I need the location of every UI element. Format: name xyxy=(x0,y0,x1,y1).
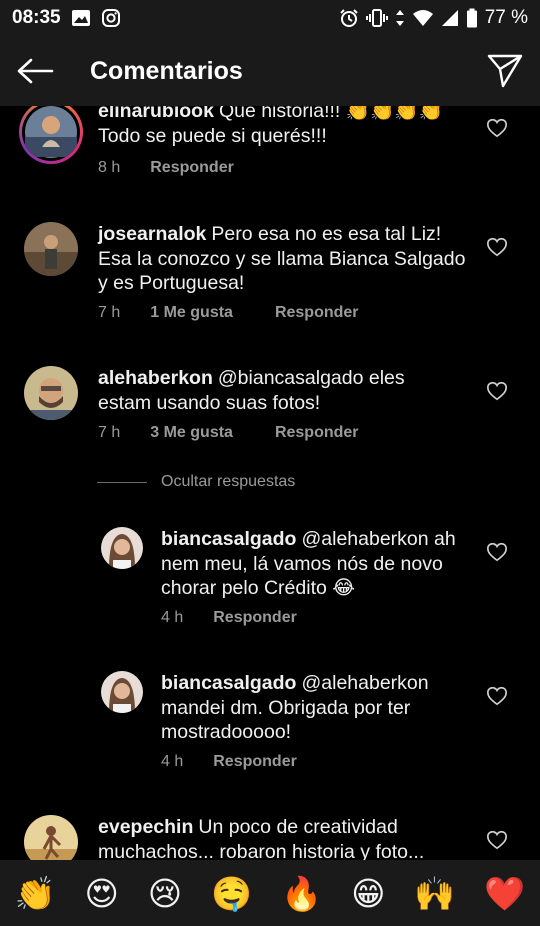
heart-eyes-emoji-button[interactable]: 😍 xyxy=(84,877,118,910)
drooling-face-emoji-button[interactable]: 🤤 xyxy=(211,877,252,910)
arrow-left-icon xyxy=(17,58,54,84)
crying-face-emoji-button[interactable]: 😢 xyxy=(148,877,182,910)
gallery-notification-icon xyxy=(71,9,91,27)
comment-username[interactable]: evepechin xyxy=(98,816,193,838)
comment-time: 4 h xyxy=(161,609,184,626)
heart-outline-icon[interactable] xyxy=(486,380,508,402)
back-button[interactable] xyxy=(0,36,70,106)
comment-time: 4 h xyxy=(161,753,184,770)
comment-body: biancasalgado @alehaberkon ah nem meu, lá… xyxy=(161,527,477,601)
header-bar: Comentarios xyxy=(0,36,540,106)
comment-meta: 7 h 1 Me gusta Responder xyxy=(98,304,359,322)
avatar[interactable] xyxy=(24,815,78,860)
comment-likes[interactable]: 1 Me gusta xyxy=(150,304,233,322)
comment-meta: 8 h Responder xyxy=(98,159,234,177)
avatar[interactable] xyxy=(24,222,78,276)
avatar[interactable] xyxy=(101,527,143,569)
alarm-icon xyxy=(339,8,359,28)
comment-username[interactable]: biancasalgado xyxy=(161,672,296,694)
wifi-icon xyxy=(412,9,434,27)
reply-button[interactable]: Responder xyxy=(275,304,359,322)
comment-time: 7 h xyxy=(98,424,121,441)
comment-body: alehaberkon @biancasalgado eles estam usa… xyxy=(98,366,458,415)
avatar[interactable] xyxy=(24,366,78,420)
raising-hands-emoji-button[interactable]: 🙌 xyxy=(414,877,455,910)
comment-body: elinarubiook Que historia!!! 👏👏👏👏 Todo se… xyxy=(98,106,478,148)
hide-replies-label: Ocultar respuestas xyxy=(161,473,296,490)
reply-button[interactable]: Responder xyxy=(150,159,234,177)
data-transfer-icon xyxy=(395,8,405,28)
vibrate-icon xyxy=(365,8,388,28)
comment-body: evepechin Un poco de creatividad muchacho… xyxy=(98,815,468,860)
avatar[interactable] xyxy=(101,671,143,713)
reply-button[interactable]: Responder xyxy=(275,424,359,442)
cell-signal-icon xyxy=(441,9,459,27)
instagram-notification-icon xyxy=(101,8,121,28)
comment-username[interactable]: alehaberkon xyxy=(98,367,213,389)
comment-username[interactable]: biancasalgado xyxy=(161,528,296,550)
hide-replies-toggle[interactable]: Ocultar respuestas xyxy=(97,473,295,491)
fire-emoji-button[interactable]: 🔥 xyxy=(281,877,322,910)
comment-username[interactable]: elinarubiook xyxy=(98,106,214,122)
clapping-hands-emoji-button[interactable]: 👏 xyxy=(14,877,55,910)
comment-likes[interactable]: 3 Me gusta xyxy=(150,424,233,442)
heart-outline-icon[interactable] xyxy=(486,829,508,851)
comment-body: josearnalok Pero esa no es esa tal Liz! E… xyxy=(98,222,468,296)
comments-list[interactable]: elinarubiook Que historia!!! 👏👏👏👏 Todo se… xyxy=(0,106,540,860)
comment-time: 8 h xyxy=(98,159,121,176)
comment-time: 7 h xyxy=(98,304,121,321)
avatar[interactable] xyxy=(19,106,83,164)
comment-meta: 7 h 3 Me gusta Responder xyxy=(98,424,359,442)
status-bar: 08:35 77 % xyxy=(0,0,540,36)
heart-outline-icon[interactable] xyxy=(486,236,508,258)
battery-percent: 77 % xyxy=(484,7,528,28)
grinning-face-emoji-button[interactable]: 😁 xyxy=(351,877,385,910)
comment-meta: 4 h Responder xyxy=(161,753,297,771)
heart-outline-icon[interactable] xyxy=(486,541,508,563)
comment-body: biancasalgado @alehaberkon mandei dm. Obr… xyxy=(161,671,461,745)
reply-button[interactable]: Responder xyxy=(213,753,297,771)
reply-button[interactable]: Responder xyxy=(213,609,297,627)
share-button[interactable] xyxy=(470,36,540,106)
battery-icon xyxy=(466,8,478,28)
paper-plane-icon xyxy=(487,54,523,88)
comment-meta: 4 h Responder xyxy=(161,609,297,627)
emoji-reaction-bar: 👏 😍 😢 🤤 🔥 😁 🙌 ❤️ xyxy=(0,860,540,926)
comment-username[interactable]: josearnalok xyxy=(98,223,206,245)
heart-outline-icon[interactable] xyxy=(486,685,508,707)
divider xyxy=(97,481,147,483)
status-time: 08:35 xyxy=(12,7,61,28)
red-heart-emoji-button[interactable]: ❤️ xyxy=(484,877,525,910)
page-title: Comentarios xyxy=(90,56,243,85)
heart-outline-icon[interactable] xyxy=(486,117,508,139)
